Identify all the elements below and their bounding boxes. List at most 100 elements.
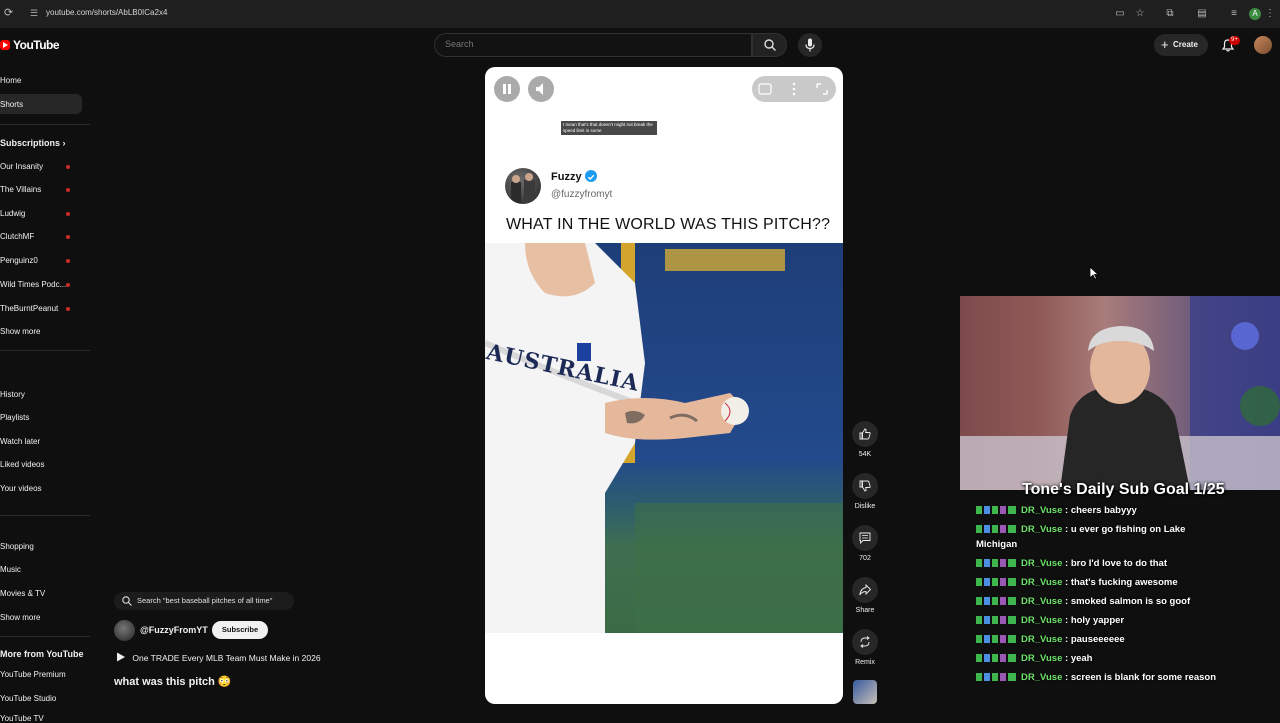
dislike-button[interactable]: Dislike xyxy=(851,473,879,510)
pitcher-image xyxy=(485,243,843,633)
notification-count-badge: 9+ xyxy=(1229,36,1240,45)
youtube-logo[interactable]: YouTube xyxy=(0,38,60,52)
sidebar-subscriptions-header[interactable]: Subscriptions › xyxy=(0,138,66,148)
sidebar-item-subscription[interactable]: The Villains xyxy=(0,185,41,194)
sidebar-item-your-videos[interactable]: Your videos xyxy=(0,484,42,493)
verified-badge-icon xyxy=(585,170,597,182)
chat-badges xyxy=(976,557,1018,567)
sidebar-item-movies-tv[interactable]: Movies & TV xyxy=(0,589,45,598)
video-frame[interactable]: AUSTRALIA xyxy=(485,243,843,633)
audio-source-thumbnail[interactable] xyxy=(853,680,877,704)
webcam-image xyxy=(960,296,1280,490)
webcam-overlay xyxy=(960,296,1280,490)
chat-message: DR_Vuse : cheers babyyy xyxy=(976,503,1226,518)
sidebar-item-subscription[interactable]: ClutchMF xyxy=(0,232,34,241)
sidebar-show-more[interactable]: Show more xyxy=(0,613,40,622)
search-icon xyxy=(122,596,132,606)
cast-icon[interactable]: ▭ xyxy=(1114,8,1126,20)
sidebar-item-shorts[interactable]: Shorts xyxy=(0,100,23,109)
share-label: Share xyxy=(855,607,875,614)
share-button[interactable]: Share xyxy=(851,577,879,614)
chat-message: DR_Vuse : screen is blank for some reaso… xyxy=(976,670,1226,685)
chat-message: DR_Vuse : pauseeeeee xyxy=(976,632,1226,647)
like-count: 54K xyxy=(858,451,872,458)
like-button[interactable]: 54K xyxy=(851,421,879,458)
remix-label: Remix xyxy=(855,659,875,666)
subscribe-button[interactable]: Subscribe xyxy=(212,621,268,639)
chat-badges xyxy=(976,614,1018,624)
search-button[interactable] xyxy=(752,33,787,57)
fullscreen-icon[interactable] xyxy=(812,80,832,98)
bookmark-star-icon[interactable]: ☆ xyxy=(1134,8,1146,20)
microphone-icon xyxy=(805,38,815,52)
sidebar-item-history[interactable]: History xyxy=(0,390,25,399)
volume-icon xyxy=(536,83,543,95)
play-icon xyxy=(117,652,125,662)
voice-search-button[interactable] xyxy=(798,33,822,57)
sidepanel-icon[interactable]: ▤ xyxy=(1196,8,1208,20)
sidebar-item-subscription[interactable]: Penguinz0 xyxy=(0,256,38,265)
tweet-text: WHAT IN THE WORLD WAS THIS PITCH?? xyxy=(506,216,831,233)
sidebar-item-shopping[interactable]: Shopping xyxy=(0,542,34,551)
live-indicator xyxy=(66,259,70,263)
menu-icon[interactable]: ≡ xyxy=(1228,8,1240,20)
sidebar-item-playlists[interactable]: Playlists xyxy=(0,413,29,422)
sidebar-item-youtube-premium[interactable]: YouTube Premium xyxy=(0,670,66,679)
volume-button[interactable] xyxy=(528,76,554,102)
mouse-cursor-icon xyxy=(1089,266,1099,280)
tweet-author-avatar xyxy=(505,168,541,204)
auto-caption: I mean that's that doesn't might not bre… xyxy=(561,121,657,135)
sidebar-item-subscription[interactable]: TheBurntPeanut xyxy=(0,304,58,313)
create-button[interactable]: + Create xyxy=(1154,34,1208,56)
sidebar-item-home[interactable]: Home xyxy=(0,76,21,85)
chat-message: DR_Vuse : that's fucking awesome xyxy=(976,575,1226,590)
chat-message: DR_Vuse : bro I'd love to do that xyxy=(976,556,1226,571)
chat-badges xyxy=(976,671,1018,681)
sub-goal-overlay: Tone's Daily Sub Goal 1/25 xyxy=(1022,481,1225,498)
thumbs-up-icon xyxy=(859,428,871,440)
sidebar-divider xyxy=(0,636,90,637)
live-indicator xyxy=(66,188,70,192)
sidebar-item-subscription[interactable]: Ludwig xyxy=(0,209,25,218)
captions-icon[interactable] xyxy=(756,80,776,98)
search-input[interactable] xyxy=(445,39,735,49)
sidebar-item-subscription[interactable]: Wild Times Podc... xyxy=(0,280,66,289)
search-box[interactable] xyxy=(434,33,752,57)
account-avatar[interactable] xyxy=(1254,36,1272,54)
remix-button[interactable]: Remix xyxy=(851,629,879,666)
sidebar-divider xyxy=(0,124,90,125)
more-options-icon[interactable] xyxy=(786,80,802,98)
live-indicator xyxy=(66,235,70,239)
comments-button[interactable]: 702 xyxy=(851,525,879,562)
sidebar-item-youtube-tv[interactable]: YouTube TV xyxy=(0,714,44,723)
channel-name[interactable]: @FuzzyFromYT xyxy=(140,625,208,635)
channel-avatar[interactable] xyxy=(114,620,135,641)
sidebar-divider xyxy=(0,350,90,351)
sidebar-item-subscription[interactable]: Our Insanity xyxy=(0,162,43,171)
live-indicator xyxy=(66,307,70,311)
sidebar-item-music[interactable]: Music xyxy=(0,565,21,574)
reload-icon[interactable]: ⟳ xyxy=(4,7,16,19)
related-search-chip[interactable]: Search "best baseball pitches of all tim… xyxy=(114,592,294,610)
chat-badges xyxy=(976,504,1018,514)
tweet-author-name: Fuzzy xyxy=(551,171,582,183)
pause-button[interactable] xyxy=(494,76,520,102)
short-title: what was this pitch 😳 xyxy=(114,676,232,688)
live-indicator xyxy=(66,165,70,169)
sidebar-item-liked-videos[interactable]: Liked videos xyxy=(0,460,44,469)
sidebar-item-watch-later[interactable]: Watch later xyxy=(0,437,40,446)
site-info-icon[interactable]: ☰ xyxy=(30,8,40,18)
comment-count: 702 xyxy=(859,555,871,562)
sidebar-divider xyxy=(0,515,90,516)
sidebar-show-more[interactable]: Show more xyxy=(0,327,40,336)
address-bar[interactable]: youtube.com/shorts/AbLB0ICa2x4 xyxy=(46,8,167,17)
more-vert-icon[interactable]: ⋮ xyxy=(1264,8,1276,20)
sidebar-item-youtube-studio[interactable]: YouTube Studio xyxy=(0,694,56,703)
browser-profile-avatar[interactable]: A xyxy=(1249,8,1261,20)
youtube-play-icon xyxy=(0,40,10,50)
chat-badges xyxy=(976,523,1018,533)
extensions-icon[interactable]: ⧉ xyxy=(1164,8,1176,20)
dislike-label: Dislike xyxy=(854,503,876,510)
live-indicator xyxy=(66,283,70,287)
linked-video[interactable]: One TRADE Every MLB Team Must Make in 20… xyxy=(116,652,321,663)
